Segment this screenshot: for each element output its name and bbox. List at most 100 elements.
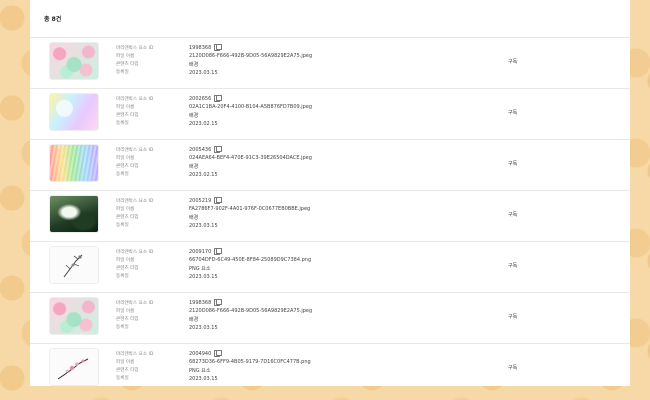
label-file: 파일 이름 [116,156,135,161]
label-id: 마리엔박스 요소 ID [116,199,154,204]
registered-date: 2023.03.15 [189,70,218,77]
content-type: 배경 [189,163,199,170]
element-id: 1998368 [189,300,212,306]
field-values: 2005436 024AEA64-BEF4-470E-91C3-39E26504… [189,145,389,180]
label-file: 파일 이름 [116,309,135,314]
field-labels: 마리엔박스 요소 ID 파일 이름 콘텐츠 타입 등록일 [116,249,186,281]
element-id: 2005219 [189,198,212,204]
registered-date: 2023.03.15 [189,274,218,281]
subscribe-link[interactable]: 구독 [508,58,517,65]
field-labels: 마리엔박스 요소 ID 파일 이름 콘텐츠 타입 등록일 [116,351,186,383]
copy-icon[interactable] [214,145,223,153]
registered-date: 2023.03.15 [189,376,218,383]
label-file: 파일 이름 [116,54,135,59]
field-labels: 마리엔박스 요소 ID 파일 이름 콘텐츠 타입 등록일 [116,147,186,179]
label-file: 파일 이름 [116,258,135,263]
label-type: 콘텐츠 타입 [116,215,139,220]
label-type: 콘텐츠 타입 [116,164,139,169]
field-labels: 마리엔박스 요소 ID 파일 이름 콘텐츠 타입 등록일 [116,198,186,230]
thumbnail-image[interactable] [49,42,99,80]
content-type: 배경 [189,112,199,119]
label-file: 파일 이름 [116,105,135,110]
registered-date: 2023.02.15 [189,172,218,179]
label-date: 등록일 [116,172,129,177]
list-item: 마리엔박스 요소 ID 파일 이름 콘텐츠 타입 등록일 2005219 FA2… [30,191,630,242]
field-values: 2002656 02A1C1BA-20F4-4100-B104-A5B876FD… [189,94,389,129]
copy-icon[interactable] [214,349,223,357]
label-id: 마리엔박스 요소 ID [116,46,154,51]
content-type: PNG 요소 [189,367,211,374]
registered-date: 2023.03.15 [189,223,218,230]
label-type: 콘텐츠 타입 [116,113,139,118]
label-type: 콘텐츠 타입 [116,62,139,67]
total-count: 총 8건 [44,16,62,23]
label-file: 파일 이름 [116,360,135,365]
list-item: 마리엔박스 요소 ID 파일 이름 콘텐츠 타입 등록일 1998368 212… [30,293,630,344]
label-date: 등록일 [116,325,129,330]
file-name: 68273D36-6FF9-4B05-9179-7D16C0FC477B.png [189,359,311,366]
thumbnail-image[interactable] [49,246,99,284]
thumbnail-image[interactable] [49,297,99,335]
copy-icon[interactable] [214,298,223,306]
content-panel: 총 8건 마리엔박스 요소 ID 파일 이름 콘텐츠 타입 등록일 199836… [30,0,630,386]
label-id: 마리엔박스 요소 ID [116,148,154,153]
content-type: 배경 [189,316,199,323]
subscribe-link[interactable]: 구독 [508,109,517,116]
element-id: 2004940 [189,351,212,357]
label-type: 콘텐츠 타입 [116,317,139,322]
element-id: 2005436 [189,147,212,153]
field-values: 2005219 FA2786F7-902F-4A01-976F-0C0677EB… [189,196,389,231]
registered-date: 2023.02.15 [189,121,218,128]
list-item: 마리엔박스 요소 ID 파일 이름 콘텐츠 타입 등록일 2004940 682… [30,344,630,386]
copy-icon[interactable] [214,196,223,204]
file-name: 66704DFD-6C49-450E-8F84-25089D9C7384.png [189,257,312,264]
label-type: 콘텐츠 타입 [116,266,139,271]
field-labels: 마리엔박스 요소 ID 파일 이름 콘텐츠 타입 등록일 [116,45,186,77]
field-labels: 마리엔박스 요소 ID 파일 이름 콘텐츠 타입 등록일 [116,300,186,332]
field-values: 2004940 68273D36-6FF9-4B05-9179-7D16C0FC… [189,349,389,384]
content-type: 배경 [189,214,199,221]
list-item: 마리엔박스 요소 ID 파일 이름 콘텐츠 타입 등록일 2002656 02A… [30,89,630,140]
element-id: 2009170 [189,249,212,255]
list-item: 마리엔박스 요소 ID 파일 이름 콘텐츠 타입 등록일 2009170 667… [30,242,630,293]
thumbnail-image[interactable] [49,93,99,131]
label-date: 등록일 [116,376,129,381]
thumbnail-image[interactable] [49,195,99,233]
element-id: 2002656 [189,96,212,102]
copy-icon[interactable] [214,43,223,51]
label-id: 마리엔박스 요소 ID [116,301,154,306]
subscribe-link[interactable]: 구독 [508,160,517,167]
list-item: 마리엔박스 요소 ID 파일 이름 콘텐츠 타입 등록일 2005436 024… [30,140,630,191]
label-type: 콘텐츠 타입 [116,368,139,373]
file-name: 02A1C1BA-20F4-4100-B104-A5B876FD7B09.jpe… [189,104,313,111]
subscribe-link[interactable]: 구독 [508,262,517,269]
label-date: 등록일 [116,121,129,126]
subscribe-link[interactable]: 구독 [508,364,517,371]
field-labels: 마리엔박스 요소 ID 파일 이름 콘텐츠 타입 등록일 [116,96,186,128]
subscribe-link[interactable]: 구독 [508,313,517,320]
field-values: 2009170 66704DFD-6C49-450E-8F84-25089D9C… [189,247,389,282]
registered-date: 2023.03.15 [189,325,218,332]
file-name: FA2786F7-902F-4A01-976F-0C0677EB0BBE.jpe… [189,206,311,213]
thumbnail-image[interactable] [49,348,99,386]
label-id: 마리엔박스 요소 ID [116,97,154,102]
file-name: 024AEA64-BEF4-470E-91C3-39E26504DACE.jpe… [189,155,312,162]
content-type: 배경 [189,61,199,68]
field-values: 1998368 2120D086-F666-492B-9D05-56A9829E… [189,43,389,78]
element-id: 1998368 [189,45,212,51]
copy-icon[interactable] [214,94,223,102]
label-date: 등록일 [116,274,129,279]
content-type: PNG 요소 [189,265,211,272]
label-id: 마리엔박스 요소 ID [116,352,154,357]
asset-list: 마리엔박스 요소 ID 파일 이름 콘텐츠 타입 등록일 1998368 212… [30,38,630,386]
file-name: 2120D086-F666-492B-9D05-56A9829E2A75.jpe… [189,53,313,60]
label-date: 등록일 [116,70,129,75]
list-item: 마리엔박스 요소 ID 파일 이름 콘텐츠 타입 등록일 1998368 212… [30,38,630,89]
copy-icon[interactable] [214,247,223,255]
field-values: 1998368 2120D086-F666-492B-9D05-56A9829E… [189,298,389,333]
thumbnail-image[interactable] [49,144,99,182]
label-date: 등록일 [116,223,129,228]
subscribe-link[interactable]: 구독 [508,211,517,218]
file-name: 2120D086-F666-492B-9D05-56A9829E2A75.jpe… [189,308,313,315]
label-file: 파일 이름 [116,207,135,212]
